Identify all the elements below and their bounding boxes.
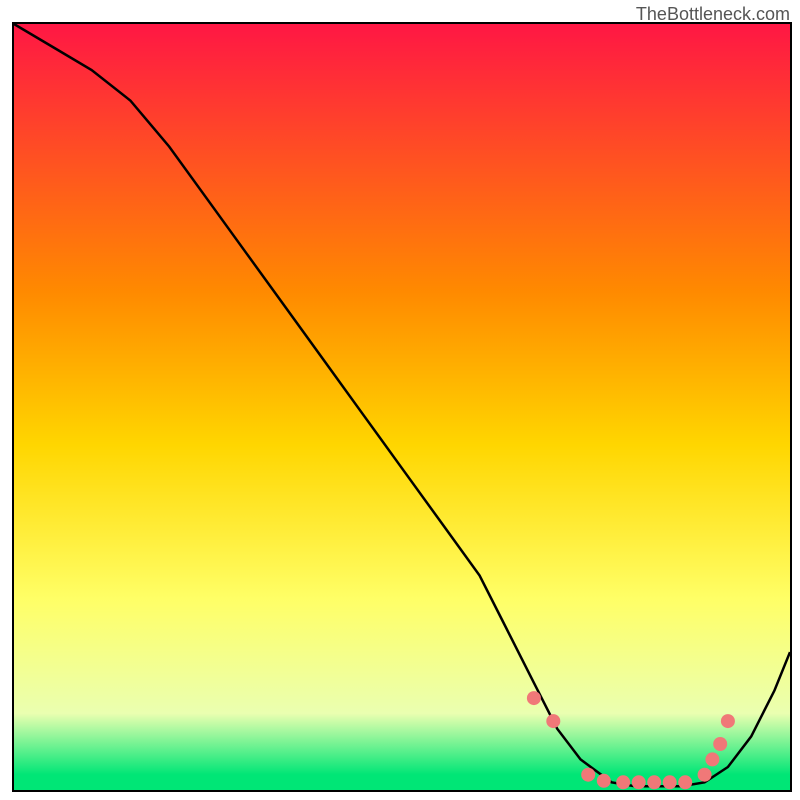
marker-dot bbox=[527, 691, 541, 705]
gradient-background bbox=[14, 24, 790, 790]
chart-container: TheBottleneck.com bbox=[0, 0, 800, 800]
chart-svg bbox=[14, 24, 790, 790]
marker-dot bbox=[663, 775, 677, 789]
marker-dot bbox=[721, 714, 735, 728]
marker-dot bbox=[581, 768, 595, 782]
marker-dot bbox=[713, 737, 727, 751]
marker-dot bbox=[546, 714, 560, 728]
marker-dot bbox=[678, 775, 692, 789]
marker-dot bbox=[616, 775, 630, 789]
marker-dot bbox=[597, 774, 611, 788]
marker-dot bbox=[698, 768, 712, 782]
watermark-text: TheBottleneck.com bbox=[636, 4, 790, 25]
plot-area bbox=[12, 22, 792, 792]
marker-dot bbox=[647, 775, 661, 789]
marker-dot bbox=[705, 752, 719, 766]
marker-dot bbox=[632, 775, 646, 789]
